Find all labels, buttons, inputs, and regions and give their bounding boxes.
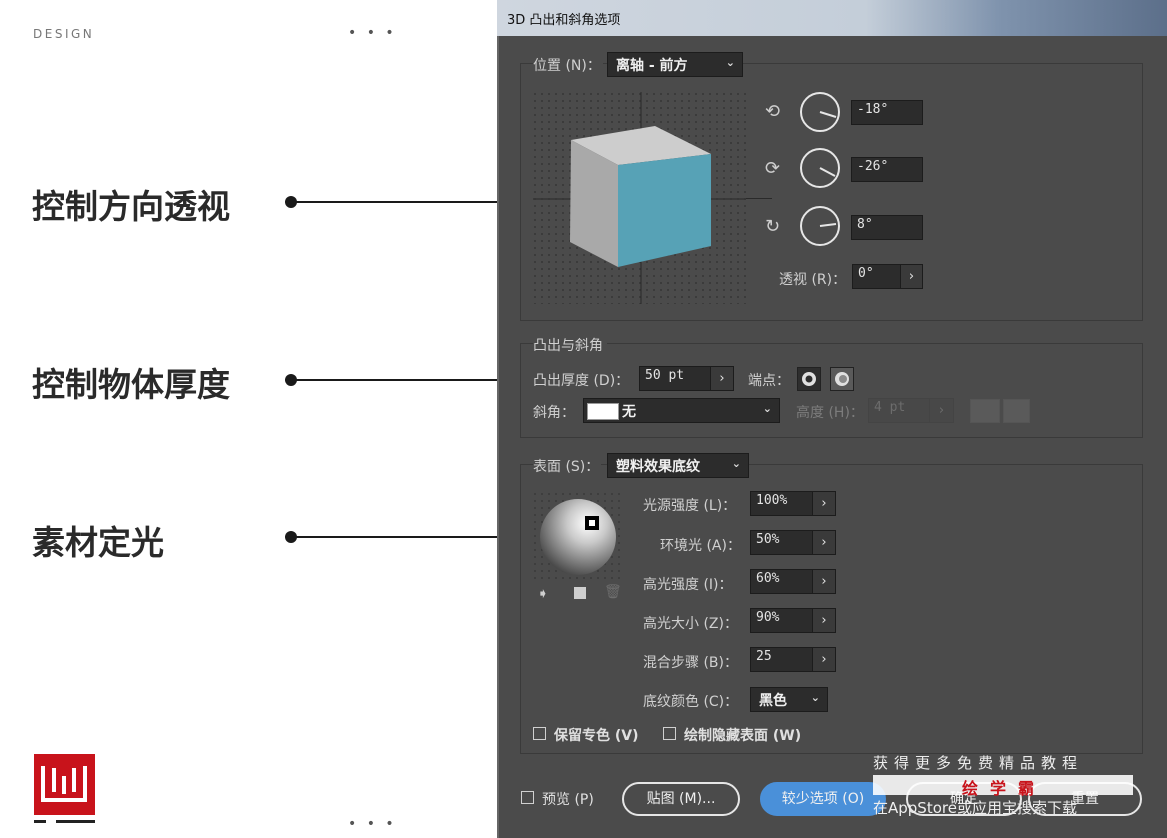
extrude-depth-input[interactable]: 50 pt — [639, 366, 711, 391]
new-light-icon[interactable] — [574, 587, 586, 599]
y-rotation-input[interactable]: -26° — [851, 157, 923, 182]
bevel-select-value: 无 — [622, 404, 636, 420]
chevron-down-icon: ⌄ — [725, 56, 735, 69]
cap-on-button[interactable] — [797, 367, 821, 391]
dialog-title: 3D 凸出和斜角选项 — [507, 13, 621, 28]
z-rotation-dial[interactable] — [800, 206, 840, 246]
design-label: DESIGN — [33, 27, 95, 41]
cap-off-icon — [835, 372, 849, 386]
highlight-size-slider-button[interactable]: › — [812, 608, 836, 633]
surface-select-value: 塑料效果底纹 — [616, 459, 700, 475]
annotation-direction-perspective: 控制方向透视 — [32, 187, 230, 226]
watermark-bottom-text: 在AppStore或应用宝搜索下载 — [873, 799, 1077, 817]
logo-underline — [34, 820, 46, 823]
extrude-depth-slider-button[interactable]: › — [710, 366, 734, 391]
logo-underline — [56, 820, 95, 823]
light-intensity-slider-button[interactable]: › — [812, 491, 836, 516]
w-logo-icon — [41, 766, 87, 802]
draw-hidden-faces-label: 绘制隐藏表面 (W) — [684, 728, 802, 744]
annotation-thickness: 控制物体厚度 — [32, 365, 230, 404]
shade-color-label: 底纹颜色 (C)： — [643, 694, 739, 710]
light-intensity-input[interactable]: 100% — [750, 491, 813, 516]
highlight-size-label: 高光大小 (Z)： — [643, 616, 738, 632]
blend-steps-slider-button[interactable]: › — [812, 647, 836, 672]
brand-logo — [34, 754, 95, 815]
bottom-dots: • • • — [348, 816, 397, 832]
perspective-label: 透视 (R)： — [779, 272, 847, 288]
bevel-label: 斜角： — [533, 405, 575, 421]
y-axis-rotate-icon: ⟳ — [765, 158, 781, 179]
x-axis-rotate-icon: ⟲ — [765, 101, 781, 122]
bevel-height-input[interactable]: 4 pt — [868, 398, 930, 423]
cap-on-icon — [802, 372, 816, 386]
extrude-bevel-section-label: 凸出与斜角 — [533, 335, 607, 355]
ambient-light-input[interactable]: 50% — [750, 530, 813, 555]
delete-light-icon[interactable]: 🗑 — [604, 584, 622, 600]
position-select-value: 离轴 - 前方 — [616, 58, 688, 74]
watermark-brand: 绘学霸 — [962, 779, 1047, 798]
highlight-intensity-input[interactable]: 60% — [750, 569, 813, 594]
y-rotation-dial[interactable] — [800, 148, 840, 188]
draw-hidden-faces-checkbox[interactable] — [663, 727, 676, 740]
ambient-light-label: 环境光 (A)： — [660, 538, 741, 554]
highlight-size-input[interactable]: 90% — [750, 608, 813, 633]
perspective-slider-button[interactable]: › — [900, 264, 923, 289]
extrude-depth-label: 凸出厚度 (D)： — [533, 373, 630, 389]
z-axis-rotate-icon: ↻ — [765, 216, 781, 237]
shade-color-select[interactable]: 黑色 ⌄ — [750, 687, 828, 712]
surface-label: 表面 (S)： — [533, 456, 602, 476]
preview-label: 预览 (P) — [542, 792, 594, 808]
map-art-button[interactable]: 贴图 (M)... — [622, 782, 740, 816]
position-label: 位置 (N)： — [533, 55, 603, 75]
light-handle — [589, 520, 595, 526]
fewer-options-button[interactable]: 较少选项 (O) — [760, 782, 886, 816]
bevel-height-label: 高度 (H)： — [796, 405, 864, 421]
preserve-spot-label: 保留专色 (V) — [554, 728, 639, 744]
track-axis-line — [746, 198, 772, 199]
watermark-top-text: 获得更多免费精品教程 — [873, 754, 1084, 772]
lighting-sphere[interactable] — [533, 492, 625, 582]
surface-select[interactable]: 塑料效果底纹 ⌄ — [607, 453, 749, 478]
cap-label: 端点： — [748, 373, 790, 389]
chevron-down-icon: ⌄ — [731, 457, 741, 470]
cap-off-button[interactable] — [830, 367, 854, 391]
annotation-material-light: 素材定光 — [32, 523, 164, 562]
ambient-light-slider-button[interactable]: › — [812, 530, 836, 555]
move-light-back-icon[interactable]: ➧ — [537, 586, 549, 602]
bevel-height-slider-button[interactable]: › — [929, 398, 954, 423]
blend-steps-input[interactable]: 25 — [750, 647, 813, 672]
highlight-intensity-slider-button[interactable]: › — [812, 569, 836, 594]
chevron-down-icon: ⌄ — [762, 402, 772, 415]
highlight-intensity-label: 高光强度 (I)： — [643, 577, 733, 593]
rotation-track-cube[interactable] — [533, 92, 746, 304]
bevel-select[interactable]: 无 ⌄ — [583, 398, 780, 423]
shade-color-value: 黑色 — [759, 693, 787, 709]
z-rotation-input[interactable]: 8° — [851, 215, 923, 240]
perspective-input[interactable]: 0° — [852, 264, 901, 289]
position-select[interactable]: 离轴 - 前方 ⌄ — [607, 52, 743, 77]
bevel-out-button[interactable] — [970, 399, 1000, 423]
bevel-in-button[interactable] — [1003, 399, 1030, 423]
preview-checkbox[interactable] — [521, 791, 534, 804]
bevel-swatch — [587, 403, 619, 420]
top-dots: • • • — [348, 25, 397, 41]
blend-steps-label: 混合步骤 (B)： — [643, 655, 738, 671]
x-rotation-input[interactable]: -18° — [851, 100, 923, 125]
preserve-spot-checkbox[interactable] — [533, 727, 546, 740]
chevron-down-icon: ⌄ — [810, 691, 820, 704]
x-rotation-dial[interactable] — [800, 92, 840, 132]
light-intensity-label: 光源强度 (L)： — [643, 498, 737, 514]
